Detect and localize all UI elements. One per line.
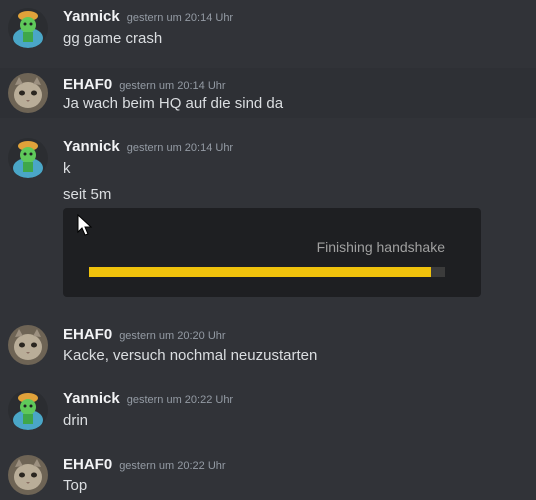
message-text: gg game crash xyxy=(63,30,163,47)
avatar-yannick[interactable] xyxy=(8,390,48,430)
message-header: Yannick gestern um 20:14 Uhr xyxy=(63,8,233,25)
timestamp[interactable]: gestern um 20:14 Uhr xyxy=(127,142,233,154)
message-group: EHAF0 gestern um 20:22 Uhr Top xyxy=(0,448,536,500)
progress-bar-fill xyxy=(89,267,431,277)
message-group: Yannick gestern um 20:22 Uhr drin xyxy=(0,382,536,438)
loading-status-text: Finishing handshake xyxy=(316,239,445,255)
timestamp[interactable]: gestern um 20:14 Uhr xyxy=(127,12,233,24)
cat-avatar-icon xyxy=(8,73,48,113)
username[interactable]: Yannick xyxy=(63,390,120,407)
avatar-ehaf0[interactable] xyxy=(8,73,48,113)
message-text: Top xyxy=(63,477,88,494)
avatar-yannick[interactable] xyxy=(8,8,48,48)
message-header: EHAF0 gestern um 20:14 Uhr xyxy=(63,76,226,93)
zombie-avatar-icon xyxy=(8,390,48,430)
username[interactable]: EHAF0 xyxy=(63,456,112,473)
message-header: Yannick gestern um 20:14 Uhr xyxy=(63,138,233,155)
zombie-avatar-icon xyxy=(8,138,48,178)
username[interactable]: EHAF0 xyxy=(63,326,112,343)
message-header: EHAF0 gestern um 20:20 Uhr xyxy=(63,326,226,343)
message-text: Kacke, versuch nochmal neuzustarten xyxy=(63,347,318,364)
image-attachment[interactable]: Finishing handshake xyxy=(63,208,481,297)
avatar-yannick[interactable] xyxy=(8,138,48,178)
timestamp[interactable]: gestern um 20:20 Uhr xyxy=(119,330,225,342)
message-text: drin xyxy=(63,412,89,429)
mouse-cursor-icon xyxy=(77,214,93,236)
timestamp[interactable]: gestern um 20:14 Uhr xyxy=(119,80,225,92)
progress-bar xyxy=(89,267,445,277)
message-text: Ja wach beim HQ auf die sind da xyxy=(63,95,284,112)
message-text: k xyxy=(63,160,71,177)
cat-avatar-icon xyxy=(8,455,48,495)
username[interactable]: Yannick xyxy=(63,138,120,155)
zombie-avatar-icon xyxy=(8,8,48,48)
cat-avatar-icon xyxy=(8,325,48,365)
message-header: EHAF0 gestern um 20:22 Uhr xyxy=(63,456,226,473)
username[interactable]: EHAF0 xyxy=(63,76,112,93)
message-group: EHAF0 gestern um 20:20 Uhr Kacke, versuc… xyxy=(0,318,536,374)
message-text: seit 5m xyxy=(63,186,112,203)
avatar-ehaf0[interactable] xyxy=(8,325,48,365)
message-header: Yannick gestern um 20:22 Uhr xyxy=(63,390,233,407)
timestamp[interactable]: gestern um 20:22 Uhr xyxy=(127,394,233,406)
avatar-ehaf0[interactable] xyxy=(8,455,48,495)
username[interactable]: Yannick xyxy=(63,8,120,25)
message-group: EHAF0 gestern um 20:14 Uhr Ja wach beim … xyxy=(0,68,536,118)
message-group: Yannick gestern um 20:14 Uhr gg game cra… xyxy=(0,0,536,60)
timestamp[interactable]: gestern um 20:22 Uhr xyxy=(119,460,225,472)
